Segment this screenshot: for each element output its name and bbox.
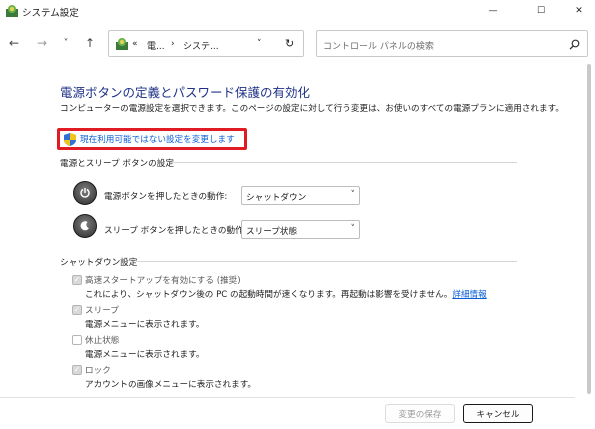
change-unavailable-settings-link[interactable]: 現在利用可能ではない設定を変更します [57,128,247,150]
minimize-button[interactable]: — [477,0,509,22]
forward-button[interactable]: → [34,35,50,51]
lock-checkbox[interactable]: ✓ [72,365,82,375]
breadcrumb-segment-2[interactable]: システ... [183,39,219,52]
sleep-button-icon [73,214,97,238]
page-title: 電源ボタンの定義とパスワード保護の有効化 [60,85,311,100]
power-button-action-value: シャットダウン [246,193,307,203]
vertical-scrollbar[interactable] [587,64,591,394]
save-changes-button[interactable]: 変更の保存 [385,404,455,423]
hibernate-label: 休止状態 [85,336,120,346]
chevron-down-icon: ˅ [350,190,356,200]
sleep-button-action-select[interactable]: スリープ状態 ˅ [241,220,360,239]
fast-startup-description: これにより、シャットダウン後の PC の起動時間が速くなります。再起動は影響を受… [85,288,487,300]
up-button[interactable]: ↑ [82,35,98,51]
lock-description: アカウントの画像メニューに表示されます。 [85,380,257,390]
search-box[interactable]: コントロール パネルの検索 [316,30,588,57]
fast-startup-checkbox[interactable]: ✓ [72,275,82,285]
back-button[interactable]: ← [6,35,22,51]
sleep-label: スリープ [85,306,119,316]
recent-locations-button[interactable]: ˅ [58,35,74,51]
close-button[interactable]: ✕ [563,0,595,22]
power-button-icon [73,181,97,205]
power-button-action-select[interactable]: シャットダウン ˅ [241,186,360,205]
footer-divider [0,397,575,398]
sleep-button-label: スリープ ボタンを押したときの動作: [104,226,247,236]
power-button-label: 電源ボタンを押したときの動作: [104,192,228,202]
shutdown-section-heading: シャットダウン設定 [60,258,138,268]
hibernate-description: 電源メニューに表示されます。 [85,350,205,360]
power-section-heading: 電源とスリープ ボタンの設定 [60,159,174,169]
section-divider [136,261,517,262]
refresh-button[interactable]: ↻ [285,37,294,50]
section-divider [170,162,517,163]
breadcrumb-arrow: › [171,39,175,49]
sleep-checkbox[interactable]: ✓ [72,305,82,315]
maximize-button[interactable]: ☐ [525,0,557,22]
page-description: コンピューターの電源設定を選択できます。このページの設定に対して行う変更は、お使… [60,104,564,114]
title-bar: システム設定 — ☐ ✕ [0,0,595,24]
address-dropdown-button[interactable]: ˅ [257,39,262,49]
breadcrumb-segment-1[interactable]: 電... [147,39,165,52]
sleep-button-action-value: スリープ状態 [246,227,298,237]
fast-startup-label: 高速スタートアップを有効にする (推奨) [85,276,241,286]
chevron-down-icon: ˅ [350,224,356,234]
search-placeholder: コントロール パネルの検索 [323,42,434,52]
control-panel-icon [6,5,18,17]
address-overflow-chevron[interactable]: « [132,39,138,49]
cancel-button[interactable]: キャンセル [463,404,533,423]
lock-label: ロック [85,366,111,376]
more-info-link[interactable]: 詳細情報 [452,290,486,300]
uac-shield-icon [64,132,76,146]
fast-startup-description-text: これにより、シャットダウン後の PC の起動時間が速くなります。再起動は影響を受… [85,290,453,300]
control-panel-icon [116,38,128,50]
address-bar[interactable]: « 電... › システ... ˅ ↻ [108,30,304,57]
change-settings-label[interactable]: 現在利用可能ではない設定を変更します [80,133,235,145]
hibernate-checkbox[interactable] [72,335,82,345]
window-title: システム設定 [22,8,79,19]
search-icon[interactable] [569,39,580,50]
sleep-description: 電源メニューに表示されます。 [85,320,205,330]
